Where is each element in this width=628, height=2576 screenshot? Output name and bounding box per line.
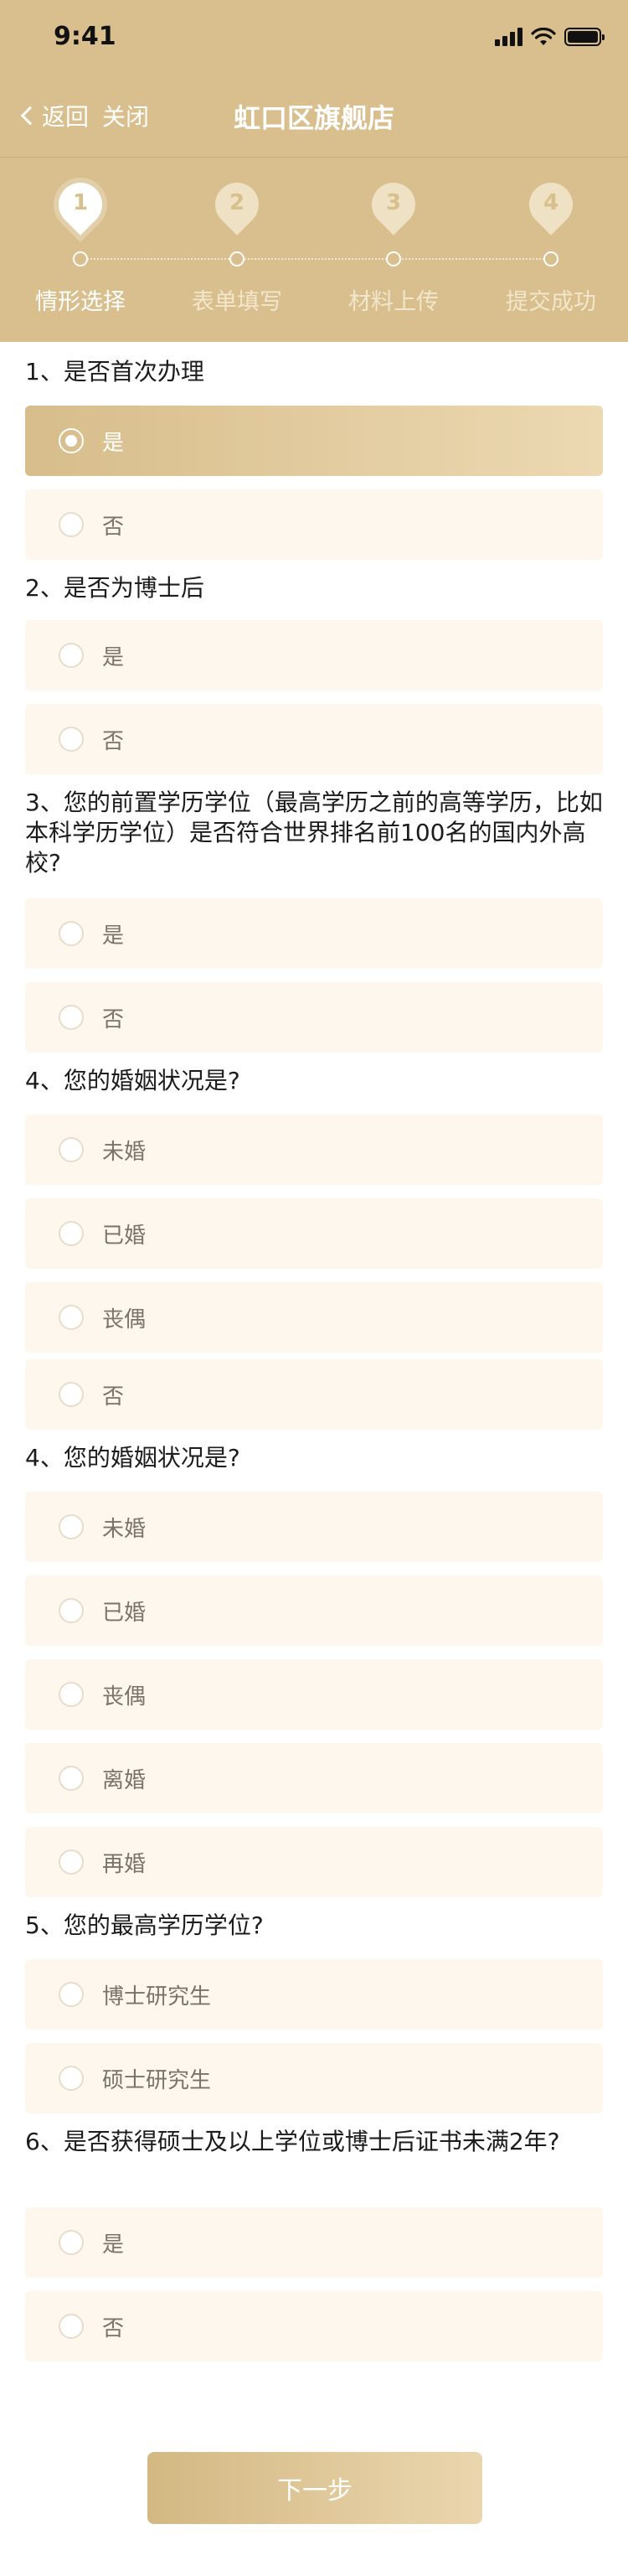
option-label: 是	[102, 2232, 125, 2258]
status-bar: 9:41	[0, 0, 628, 74]
step-number: 2	[229, 190, 245, 215]
option-label: 丧偶	[102, 1306, 147, 1332]
radio-icon	[59, 1766, 84, 1791]
radio-icon	[59, 2314, 84, 2339]
option-label: 已婚	[102, 1223, 147, 1249]
question-title: 3、您的前置学历学位（最高学历之前的高等学历，比如本科学历学位）是否符合世界排名…	[25, 789, 603, 877]
question-title: 6、是否获得硕士及以上学位或博士后证书未满2年?	[25, 2128, 560, 2155]
step-label: 提交成功	[506, 289, 596, 315]
step-2: 2 表单填写	[174, 158, 300, 342]
radio-option[interactable]: 丧偶	[25, 1659, 603, 1730]
radio-icon	[59, 921, 84, 946]
question-title: 4、您的婚姻状况是?	[25, 1067, 240, 1094]
radio-icon	[59, 2230, 84, 2255]
radio-icon	[59, 1514, 84, 1539]
radio-icon	[59, 512, 84, 537]
battery-icon	[564, 28, 605, 46]
option-label: 再婚	[102, 1851, 147, 1877]
option-label: 否	[102, 2315, 125, 2341]
radio-option[interactable]: 再婚	[25, 1827, 603, 1897]
radio-icon	[59, 727, 84, 752]
option-label: 否	[102, 1006, 125, 1032]
step-number: 3	[385, 190, 402, 215]
step-1: 1 情形选择	[18, 158, 143, 342]
option-label: 是	[102, 430, 125, 456]
stepper-line	[80, 258, 551, 260]
question-title: 2、是否为博士后	[25, 574, 204, 602]
radio-icon	[59, 2066, 84, 2091]
radio-icon	[59, 1221, 84, 1246]
radio-option[interactable]: 博士研究生	[25, 1959, 603, 2030]
page-title: 虹口区旗舰店	[233, 102, 394, 134]
radio-icon	[59, 643, 84, 668]
option-label: 否	[102, 1384, 125, 1410]
step-label: 材料上传	[348, 289, 439, 315]
radio-option[interactable]: 是	[25, 898, 603, 969]
radio-option[interactable]: 已婚	[25, 1198, 603, 1269]
step-dot	[386, 251, 401, 266]
radio-icon	[59, 428, 84, 453]
question-title: 5、您的最高学历学位?	[25, 1911, 264, 1939]
radio-icon	[59, 1849, 84, 1875]
radio-option[interactable]: 硕士研究生	[25, 2043, 603, 2113]
option-label: 博士研究生	[102, 1984, 212, 2010]
radio-option[interactable]: 否	[25, 2291, 603, 2361]
radio-option[interactable]: 离婚	[25, 1743, 603, 1813]
radio-option[interactable]: 否	[25, 982, 603, 1053]
radio-option[interactable]: 未婚	[25, 1115, 603, 1185]
step-label: 表单填写	[192, 289, 282, 315]
step-3: 3 材料上传	[331, 158, 456, 342]
radio-option[interactable]: 丧偶	[25, 1282, 603, 1353]
question-title: 1、是否首次办理	[25, 358, 204, 385]
option-label: 否	[102, 728, 125, 754]
next-step-button[interactable]: 下一步	[147, 2452, 482, 2524]
progress-stepper: 1 情形选择 2 表单填写 3 材料上传 4 提交成功	[0, 158, 628, 342]
step-dot	[229, 251, 245, 266]
option-label: 硕士研究生	[102, 2067, 212, 2093]
option-label: 离婚	[102, 1767, 147, 1793]
radio-icon	[59, 1598, 84, 1623]
radio-icon	[59, 1382, 84, 1407]
nav-bar: 返回 关闭 虹口区旗舰店	[0, 74, 628, 158]
step-number: 4	[543, 190, 559, 215]
radio-icon	[59, 1005, 84, 1030]
step-label: 情形选择	[35, 289, 126, 315]
radio-option[interactable]: 是	[25, 2207, 603, 2278]
option-label: 已婚	[102, 1600, 147, 1626]
radio-icon	[59, 1982, 84, 2007]
radio-option[interactable]: 是	[25, 406, 603, 476]
option-label: 否	[102, 514, 125, 540]
header: 9:41 返回 关闭 虹口区旗舰店 1 情形选择 2 表单填写 3 材料上传 4 提交成功	[0, 0, 628, 342]
step-dot	[543, 251, 559, 266]
radio-option[interactable]: 否	[25, 704, 603, 774]
step-dot	[73, 251, 88, 266]
radio-icon	[59, 1682, 84, 1707]
status-time: 9:41	[54, 22, 116, 51]
step-number: 1	[72, 190, 89, 215]
signal-icon	[495, 28, 522, 46]
radio-icon	[59, 1137, 84, 1162]
wifi-icon	[531, 28, 556, 45]
question-title: 4、您的婚姻状况是?	[25, 1444, 240, 1472]
radio-option[interactable]: 否	[25, 489, 603, 560]
option-label: 丧偶	[102, 1684, 147, 1710]
radio-option[interactable]: 未婚	[25, 1492, 603, 1562]
option-label: 未婚	[102, 1139, 147, 1165]
radio-icon	[59, 1305, 84, 1330]
radio-option[interactable]: 已婚	[25, 1575, 603, 1646]
status-icons	[495, 25, 605, 49]
option-label: 是	[102, 923, 125, 949]
step-4: 4 提交成功	[488, 158, 614, 342]
option-label: 是	[102, 644, 125, 670]
option-label: 未婚	[102, 1516, 147, 1542]
radio-option[interactable]: 否	[25, 1359, 603, 1430]
radio-option[interactable]: 是	[25, 620, 603, 691]
